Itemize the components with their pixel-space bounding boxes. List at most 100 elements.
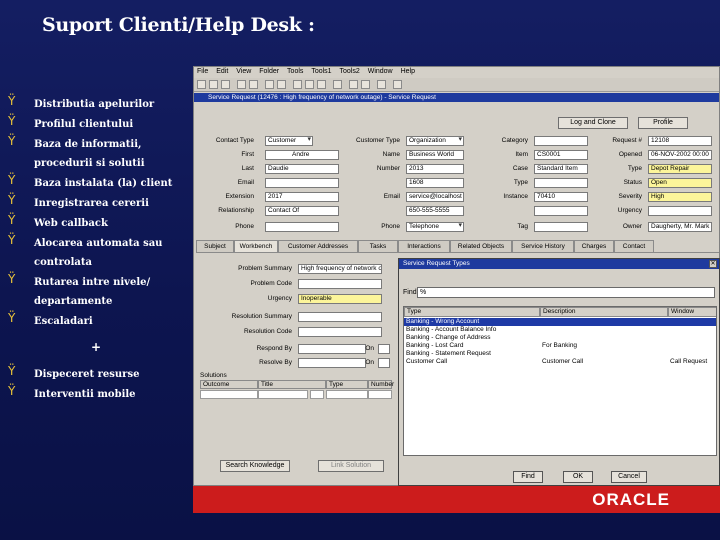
customer-number-field[interactable]: 2013 bbox=[406, 164, 464, 174]
status-field[interactable]: Open bbox=[648, 178, 712, 188]
instance-extra-field[interactable] bbox=[534, 206, 588, 216]
bullet-text: Profilul clientului bbox=[34, 119, 134, 130]
bullet-glyph: Ÿ bbox=[8, 94, 16, 108]
menu-tools[interactable]: Tools bbox=[284, 67, 306, 76]
list-item[interactable]: Banking - Statement Request bbox=[404, 350, 716, 358]
navigator-icon[interactable] bbox=[237, 80, 246, 89]
resolve-on-field[interactable] bbox=[378, 358, 390, 368]
tab-related-objects[interactable]: Related Objects bbox=[450, 240, 512, 252]
request-number-field[interactable]: 12108 bbox=[648, 136, 712, 146]
grid-cell[interactable] bbox=[326, 390, 368, 399]
bullet-text: Baza de informatii, procedurii si soluti… bbox=[34, 139, 145, 169]
tab-tasks[interactable]: Tasks bbox=[358, 240, 398, 252]
grid-header-title: Title bbox=[258, 380, 326, 389]
customer-name-field[interactable]: Business World bbox=[406, 150, 464, 160]
resolve-by-field[interactable] bbox=[298, 358, 366, 368]
respond-on-field[interactable] bbox=[378, 344, 390, 354]
search-knowledge-button[interactable]: Search Knowledge bbox=[220, 460, 290, 472]
attachments-icon[interactable] bbox=[349, 80, 358, 89]
problem-code-field[interactable] bbox=[298, 279, 382, 289]
print-icon[interactable] bbox=[209, 80, 218, 89]
label-request: Request # bbox=[612, 137, 642, 144]
resolution-code-field[interactable] bbox=[298, 327, 382, 337]
tab-charges[interactable]: Charges bbox=[574, 240, 614, 252]
tab-workbench[interactable]: Workbench bbox=[234, 240, 278, 252]
glasses-icon[interactable] bbox=[310, 390, 324, 399]
save-icon[interactable] bbox=[197, 80, 206, 89]
contact-type-field[interactable]: Customer bbox=[265, 136, 313, 146]
list-item[interactable]: Banking - Wrong Account bbox=[404, 318, 716, 326]
zoom-icon[interactable] bbox=[393, 80, 402, 89]
help-icon[interactable] bbox=[377, 80, 386, 89]
ok-button[interactable]: OK bbox=[563, 471, 593, 483]
menu-tools1[interactable]: Tools1 bbox=[308, 67, 334, 76]
folder-icon[interactable] bbox=[361, 80, 370, 89]
relationship-field[interactable]: Contact Of bbox=[265, 206, 339, 216]
label-phone: Phone bbox=[235, 223, 254, 230]
grid-cell[interactable] bbox=[258, 390, 308, 399]
list-item[interactable]: Banking - Account Balance Info bbox=[404, 326, 716, 334]
owner-field[interactable]: Daugherty, Mr. Mark bbox=[648, 222, 712, 232]
tab-subject[interactable]: Subject bbox=[196, 240, 234, 252]
customer-extension-field[interactable]: 1608 bbox=[406, 178, 464, 188]
link-solution-button[interactable]: Link Solution bbox=[318, 460, 384, 472]
instance-field[interactable]: 70410 bbox=[534, 192, 588, 202]
email-field[interactable] bbox=[265, 178, 339, 188]
menu-edit[interactable]: Edit bbox=[213, 67, 231, 76]
close-form-icon[interactable] bbox=[221, 80, 230, 89]
tab-contact[interactable]: Contact bbox=[614, 240, 654, 252]
menu-help[interactable]: Help bbox=[398, 67, 418, 76]
menu-folder[interactable]: Folder bbox=[256, 67, 282, 76]
find-input[interactable]: % bbox=[417, 287, 715, 298]
problem-summary-field[interactable]: High frequency of network outage bbox=[298, 264, 382, 274]
find-icon[interactable] bbox=[249, 80, 258, 89]
bullet-text: Alocarea automata sau controlata bbox=[34, 238, 163, 268]
urgency-field[interactable] bbox=[648, 206, 712, 216]
list-item[interactable]: Customer Call Customer Call Call Request bbox=[404, 358, 716, 366]
extension-field[interactable]: 2017 bbox=[265, 192, 339, 202]
clear-icon[interactable] bbox=[333, 80, 342, 89]
bullet-text: Baza instalata (la) client bbox=[34, 178, 173, 189]
urgency-wb-field[interactable]: Inoperable bbox=[298, 294, 382, 304]
menu-file[interactable]: File bbox=[194, 67, 211, 76]
types-list: Type Description Window Banking - Wrong … bbox=[403, 306, 717, 456]
item-type-field[interactable] bbox=[534, 178, 588, 188]
find-button[interactable]: Find bbox=[513, 471, 543, 483]
grid-cell[interactable] bbox=[368, 390, 392, 399]
copy-icon[interactable] bbox=[305, 80, 314, 89]
log-clone-button[interactable]: Log and Clone bbox=[558, 117, 628, 129]
first-name-field[interactable]: Andre bbox=[265, 150, 339, 160]
item-field[interactable]: CS0001 bbox=[534, 150, 588, 160]
grid-cell[interactable] bbox=[200, 390, 258, 399]
list-item[interactable]: Banking - Lost Card For Banking bbox=[404, 342, 716, 350]
request-type-field[interactable]: Depot Repair bbox=[648, 164, 712, 174]
tab-customer-addresses[interactable]: Customer Addresses bbox=[278, 240, 358, 252]
list-item[interactable]: Banking - Change of Address bbox=[404, 334, 716, 342]
resolution-summary-field[interactable] bbox=[298, 312, 382, 322]
delete-record-icon[interactable] bbox=[277, 80, 286, 89]
respond-by-field[interactable] bbox=[298, 344, 366, 354]
new-record-icon[interactable] bbox=[265, 80, 274, 89]
paste-icon[interactable] bbox=[317, 80, 326, 89]
close-icon[interactable]: ✕ bbox=[709, 260, 717, 268]
opened-date-field[interactable]: 06-NOV-2002 00:00 bbox=[648, 150, 712, 160]
severity-field[interactable]: High bbox=[648, 192, 712, 202]
menu-tools2[interactable]: Tools2 bbox=[337, 67, 363, 76]
profile-button[interactable]: Profile bbox=[638, 117, 688, 129]
tab-service-history[interactable]: Service History bbox=[512, 240, 574, 252]
phone-type-field[interactable]: Telephone bbox=[406, 222, 464, 232]
cancel-button[interactable]: Cancel bbox=[611, 471, 647, 483]
phone-field[interactable] bbox=[265, 222, 339, 232]
last-name-field[interactable]: Daudie bbox=[265, 164, 339, 174]
cell-type: Banking - Statement Request bbox=[406, 350, 491, 357]
customer-phone-field[interactable]: 650-555-5555 bbox=[406, 206, 464, 216]
tag-field[interactable] bbox=[534, 222, 588, 232]
menu-window[interactable]: Window bbox=[365, 67, 396, 76]
case-field[interactable]: Standard Item bbox=[534, 164, 588, 174]
menu-view[interactable]: View bbox=[233, 67, 254, 76]
tab-interactions[interactable]: Interactions bbox=[398, 240, 450, 252]
customer-type-field[interactable]: Organization bbox=[406, 136, 464, 146]
category-field[interactable] bbox=[534, 136, 588, 146]
cut-icon[interactable] bbox=[293, 80, 302, 89]
customer-email-field[interactable]: service@localhost bbox=[406, 192, 464, 202]
